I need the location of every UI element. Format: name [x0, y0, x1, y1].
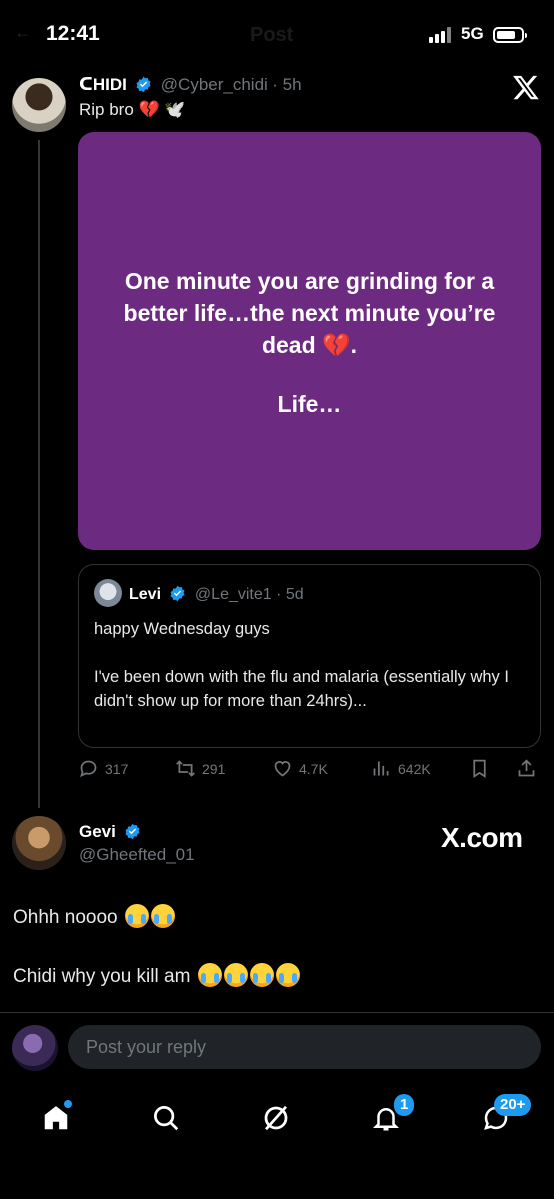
crying-emoji-icon — [249, 963, 274, 987]
verified-icon — [125, 823, 140, 840]
home-new-dot — [64, 1100, 72, 1108]
tweet-text: Ohhh noooo — [13, 907, 118, 928]
repost-count: 291 — [202, 760, 226, 777]
thread-connector — [38, 140, 40, 808]
clock: 12:41 — [46, 22, 100, 45]
share-button[interactable] — [516, 758, 543, 779]
search-icon — [154, 1106, 179, 1131]
quote-text: happy Wednesday guys I've been down with… — [94, 620, 509, 710]
crying-emoji-icon — [275, 963, 300, 987]
tweet-image[interactable]: One minute you are grinding for a better… — [78, 132, 541, 550]
nav-messages[interactable]: 20+ — [476, 1094, 532, 1138]
avatar[interactable] — [12, 78, 66, 132]
tweet-header: ᑕHIDI @Cyber_chidi · 5h — [79, 75, 302, 95]
grok-icon — [264, 1105, 288, 1131]
quote-author-name: Levi — [129, 586, 162, 603]
quote-header: Levi @Le_vite1 · 5d — [129, 585, 304, 604]
nav-search[interactable] — [146, 1098, 186, 1138]
watermark: X.com — [441, 822, 523, 853]
my-avatar[interactable] — [12, 1025, 58, 1071]
author-handle[interactable]: @Gheefted_01 — [79, 845, 195, 865]
views-button[interactable]: 642K — [371, 758, 431, 779]
tweet-text: Chidi why you kill am — [13, 966, 191, 987]
crying-emoji-icon — [223, 963, 248, 987]
signal-icon — [429, 27, 453, 43]
nav-home[interactable] — [36, 1098, 76, 1138]
network-type: 5G — [461, 24, 484, 43]
quote-avatar — [94, 579, 122, 607]
crying-emoji-icon — [124, 904, 149, 928]
avatar[interactable] — [12, 816, 66, 870]
crying-emoji-icon — [197, 963, 222, 987]
tweet-text: Rip bro 💔 🕊️ — [79, 100, 186, 119]
x-logo-icon — [513, 75, 539, 100]
author-name[interactable]: ᑕHIDI — [79, 75, 127, 94]
like-icon — [274, 761, 291, 777]
verified-icon — [136, 76, 151, 93]
tweet-actions: 317 291 4.7K 642K — [78, 758, 541, 784]
view-count: 642K — [398, 760, 431, 777]
author-name[interactable]: Gevi — [79, 822, 116, 841]
status-bar: ← Post 12:41 5G — [0, 0, 554, 70]
verified-icon — [170, 585, 185, 602]
nav-grok[interactable] — [256, 1098, 296, 1138]
repost-button[interactable]: 291 — [175, 758, 225, 779]
reply-icon — [80, 760, 97, 778]
nav-notifications[interactable]: 1 — [366, 1094, 415, 1138]
back-arrow-icon[interactable]: ← — [14, 22, 32, 43]
quote-time: 5d — [285, 586, 304, 603]
tweet-header: Gevi — [79, 822, 145, 842]
tweet-text-line: Ohhh noooo — [13, 904, 175, 929]
image-text-main: One minute you are grinding for a better… — [123, 267, 496, 358]
bottom-nav: 1 20+ — [0, 1080, 554, 1199]
views-icon — [373, 761, 389, 776]
bookmark-button[interactable] — [469, 758, 496, 779]
image-text-secondary: Life… — [277, 390, 342, 417]
separator-dot: · — [272, 75, 283, 94]
separator-dot: · — [276, 586, 286, 603]
like-count: 4.7K — [299, 760, 328, 777]
repost-icon — [176, 760, 195, 777]
notifications-badge: 1 — [394, 1094, 415, 1116]
reply-composer[interactable] — [68, 1025, 541, 1069]
messages-badge: 20+ — [494, 1094, 532, 1116]
tweet-time: 5h — [282, 75, 302, 94]
quoted-tweet[interactable]: Levi @Le_vite1 · 5d happy Wednesday guys… — [78, 564, 541, 748]
reply-button[interactable]: 317 — [78, 758, 128, 779]
reply-input[interactable] — [68, 1025, 541, 1069]
share-icon — [518, 759, 535, 777]
quote-author-handle: @Le_vite1 — [194, 586, 272, 603]
tweet-text-line: Chidi why you kill am — [13, 963, 300, 988]
author-handle[interactable]: @Cyber_chidi — [161, 75, 268, 94]
reply-count: 317 — [105, 760, 129, 777]
crying-emoji-icon — [150, 904, 175, 928]
like-button[interactable]: 4.7K — [272, 758, 328, 779]
header-title: Post — [250, 24, 294, 46]
divider — [0, 1012, 554, 1013]
bookmark-icon — [473, 759, 486, 779]
battery-icon — [493, 27, 527, 43]
